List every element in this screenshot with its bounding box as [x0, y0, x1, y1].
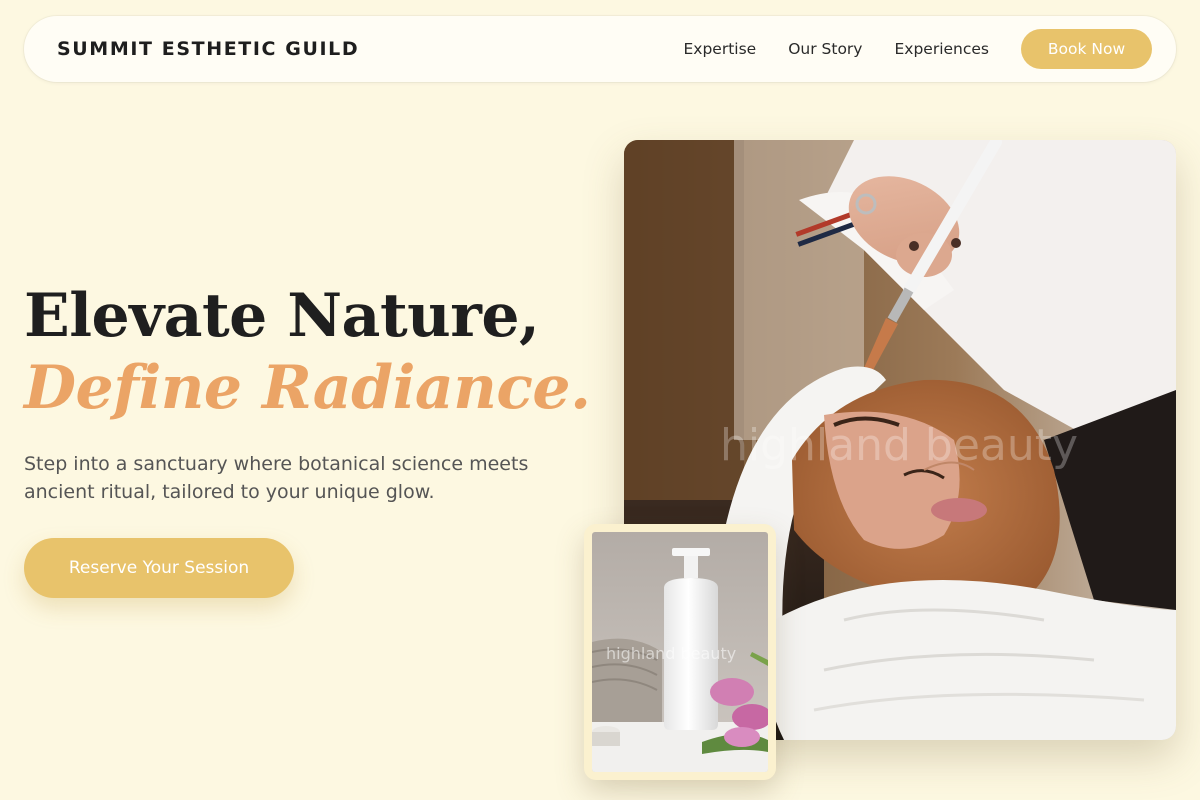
- brand-logo[interactable]: SUMMIT ESTHETIC GUILD: [57, 38, 359, 60]
- top-navbar: SUMMIT ESTHETIC GUILD Expertise Our Stor…: [24, 16, 1176, 82]
- book-now-button[interactable]: Book Now: [1021, 29, 1152, 69]
- nav-link-experiences[interactable]: Experiences: [894, 40, 989, 58]
- hero-heading-line2: Define Radiance.: [24, 353, 591, 423]
- hero-heading: Elevate Nature, Define Radiance.: [24, 280, 591, 424]
- product-photo: highland beauty: [592, 532, 768, 772]
- product-photo-card: highland beauty: [584, 524, 776, 780]
- lotion-bottle-illustration: [592, 532, 768, 772]
- hero-heading-line1: Elevate Nature,: [24, 281, 540, 351]
- reserve-session-button[interactable]: Reserve Your Session: [24, 538, 294, 598]
- nav-link-expertise[interactable]: Expertise: [683, 40, 756, 58]
- hero-subtitle: Step into a sanctuary where botanical sc…: [24, 453, 529, 503]
- nav-links: Expertise Our Story Experiences Book Now: [683, 29, 1152, 69]
- nav-link-our-story[interactable]: Our Story: [788, 40, 862, 58]
